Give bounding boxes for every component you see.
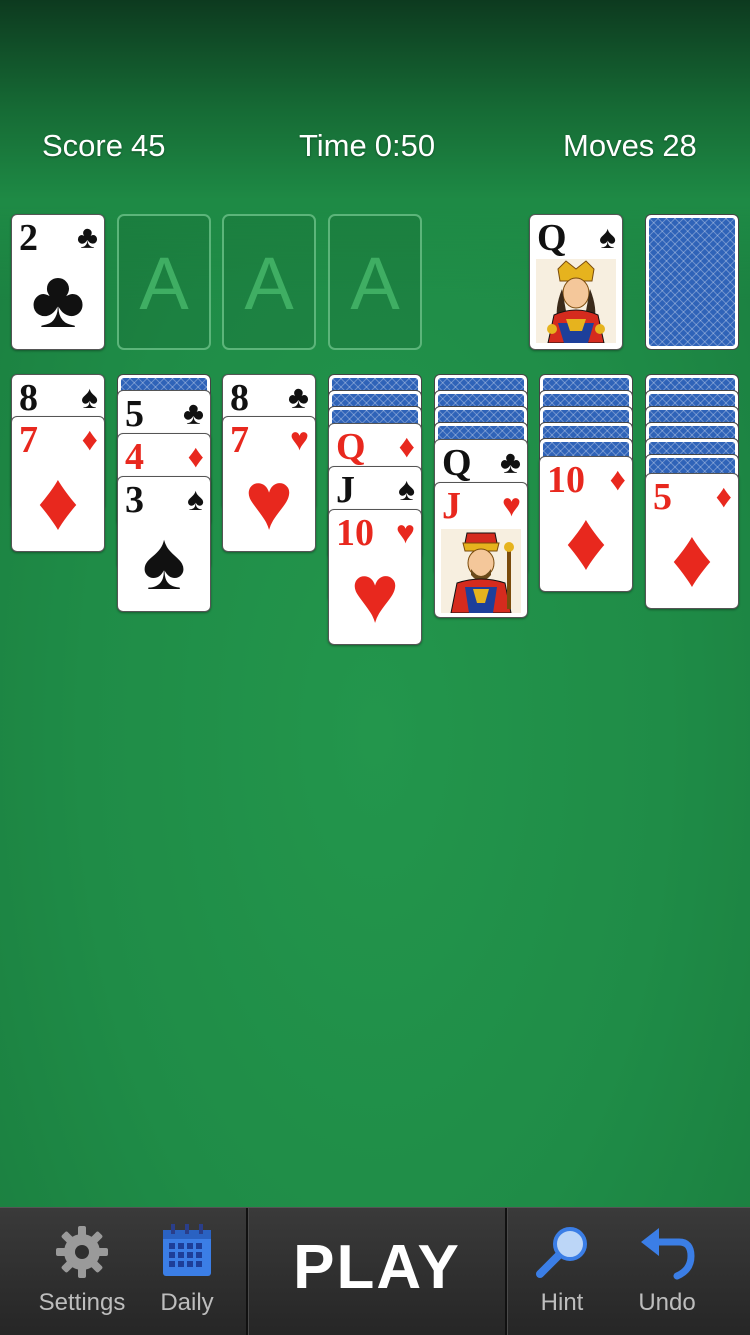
score-label: Score	[42, 128, 123, 163]
card-suit: ♥	[502, 487, 521, 523]
calendar-icon	[163, 1224, 211, 1276]
score-display: Score 45	[42, 128, 165, 164]
play-button[interactable]: PLAY	[248, 1208, 506, 1335]
card-rank: 7	[19, 419, 38, 461]
card-suit: ♦	[187, 438, 204, 474]
card-pip: ♦	[671, 513, 713, 604]
card-suit: ♦	[81, 421, 98, 457]
time-label: Time	[299, 128, 367, 163]
toolbar-divider	[505, 1208, 507, 1335]
card-pip: ♣	[31, 254, 85, 345]
card-rank: 4	[125, 436, 144, 478]
card-rank: 8	[230, 377, 249, 419]
card-rank: J	[442, 485, 461, 527]
card-rank: Q	[336, 426, 366, 468]
daily-button[interactable]: Daily	[142, 1208, 232, 1335]
card-suit: ♣	[183, 395, 204, 431]
card-suit: ♥	[290, 421, 309, 457]
card-pip: ♦	[565, 496, 607, 587]
moves-value: 28	[662, 128, 697, 163]
card-rank: 7	[230, 419, 249, 461]
card-pip: ♦	[37, 456, 79, 547]
foundation-pile-2[interactable]: A	[117, 214, 211, 350]
moves-display: Moves 28	[563, 128, 697, 164]
tableau-7-card-1[interactable]: 5 ♦ ♦	[645, 473, 739, 609]
card-rank: 5	[653, 476, 672, 518]
card-pip: ♠	[142, 516, 186, 607]
tableau-1-card-2[interactable]: 7 ♦ ♦	[11, 416, 105, 552]
bottom-toolbar: Settings Daily PLAY Hint Undo	[0, 1207, 750, 1335]
card-suit: ♦	[609, 461, 626, 497]
card-rank: Q	[442, 442, 472, 484]
card-rank: 8	[19, 377, 38, 419]
card-suit: ♠	[81, 379, 98, 415]
card-rank: 5	[125, 393, 144, 435]
card-pip: ♥	[350, 549, 400, 640]
waste-pile-card[interactable]: Q ♠	[529, 214, 623, 350]
hint-label: Hint	[540, 1289, 584, 1316]
card-suit: ♠	[187, 481, 204, 517]
foundation-pile-4[interactable]: A	[328, 214, 422, 350]
score-value: 45	[130, 128, 166, 163]
tableau-4-card-3[interactable]: 10 ♥ ♥	[328, 509, 422, 645]
queen-portrait-icon	[536, 259, 616, 343]
stock-pile[interactable]	[645, 214, 739, 350]
card-rank: 10	[547, 459, 585, 501]
foundation-pile-3[interactable]: A	[222, 214, 316, 350]
settings-label: Settings	[38, 1289, 126, 1316]
jack-portrait-icon	[441, 529, 521, 613]
card-rank: 3	[125, 479, 144, 521]
card-suit: ♠	[398, 471, 415, 507]
card-pip: ♥	[244, 456, 294, 547]
undo-label: Undo	[638, 1289, 696, 1316]
card-suit: ♥	[396, 514, 415, 550]
time-display: Time 0:50	[299, 128, 435, 164]
card-rank: Q	[537, 217, 567, 259]
card-suit: ♣	[77, 219, 98, 255]
tableau-6-card-1[interactable]: 10 ♦ ♦	[539, 456, 633, 592]
magnifier-icon	[536, 1227, 587, 1278]
card-rank: 10	[336, 512, 374, 554]
undo-arrow-icon	[641, 1228, 695, 1280]
tableau-2-card-3[interactable]: 3 ♠ ♠	[117, 476, 211, 612]
hint-button[interactable]: Hint	[512, 1208, 612, 1335]
daily-label: Daily	[160, 1289, 214, 1316]
card-suit: ♣	[288, 379, 309, 415]
moves-label: Moves	[563, 128, 655, 163]
tableau-3-card-2[interactable]: 7 ♥ ♥	[222, 416, 316, 552]
time-value: 0:50	[374, 128, 436, 163]
card-suit: ♣	[500, 444, 521, 480]
card-rank: J	[336, 469, 355, 511]
settings-button[interactable]: Settings	[22, 1208, 142, 1335]
tableau-5-card-2[interactable]: J ♥	[434, 482, 528, 618]
foundation-pile-1[interactable]: 2 ♣ ♣	[11, 214, 105, 350]
card-suit: ♠	[599, 219, 616, 255]
card-rank: 2	[19, 217, 38, 259]
gear-icon	[56, 1226, 108, 1278]
card-suit: ♦	[398, 428, 415, 464]
card-suit: ♦	[715, 478, 732, 514]
undo-button[interactable]: Undo	[617, 1208, 717, 1335]
